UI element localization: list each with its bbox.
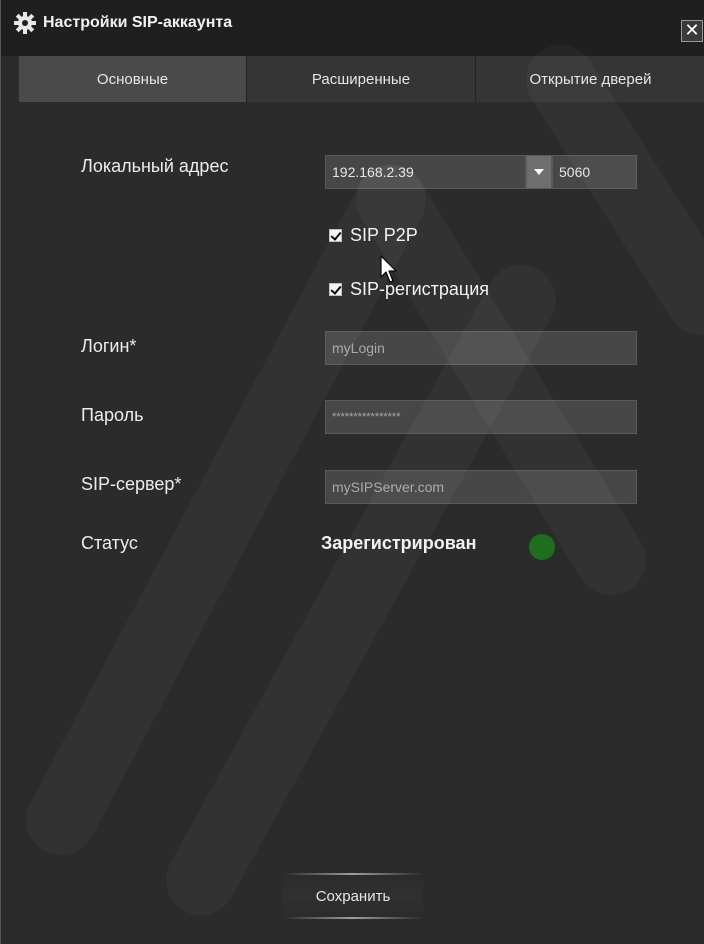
sip-registration-checkbox[interactable] [329, 283, 342, 296]
password-label: Пароль [81, 405, 144, 425]
tab-door-opening[interactable]: Открытие дверей [476, 56, 704, 102]
gear-icon [14, 12, 36, 34]
sip-p2p-checkbox[interactable] [329, 229, 342, 242]
sip-p2p-checkbox-row[interactable]: SIP P2P [329, 225, 418, 246]
sip-registration-label: SIP-регистрация [350, 279, 490, 299]
tab-advanced[interactable]: Расширенные [247, 56, 476, 102]
password-input[interactable]: **************** [325, 400, 637, 434]
login-label: Логин* [81, 336, 137, 356]
sip-p2p-label: SIP P2P [350, 225, 418, 245]
title-group: Настройки SIP-аккаунта [13, 10, 232, 36]
chevron-down-icon [534, 169, 544, 175]
login-input[interactable]: myLogin [325, 331, 637, 365]
tab-bar: Основные Расширенные Открытие дверей [19, 56, 704, 102]
local-address-select[interactable]: 192.168.2.39 [325, 155, 526, 189]
sip-registration-checkbox-row[interactable]: SIP-регистрация [329, 279, 489, 300]
title-bar: Настройки SIP-аккаунта ✕ [1, 0, 704, 56]
status-value: Зарегистрирован [321, 533, 477, 553]
status-indicator [529, 534, 555, 560]
window-title: Настройки SIP-аккаунта [43, 14, 233, 31]
tab-basic[interactable]: Основные [19, 56, 247, 102]
close-button[interactable]: ✕ [681, 20, 703, 42]
sip-server-input[interactable]: mySIPServer.com [325, 470, 637, 504]
mouse-cursor-icon [380, 255, 397, 283]
port-input[interactable]: 5060 [552, 155, 637, 189]
status-label: Статус [81, 533, 138, 553]
save-button[interactable]: Сохранить [283, 873, 423, 919]
sip-settings-window: Настройки SIP-аккаунта ✕ Основные Расшир… [0, 0, 704, 944]
sip-server-label: SIP-сервер* [81, 474, 182, 494]
local-address-dropdown-button[interactable] [526, 155, 552, 189]
local-address-label: Локальный адрес [81, 156, 229, 176]
